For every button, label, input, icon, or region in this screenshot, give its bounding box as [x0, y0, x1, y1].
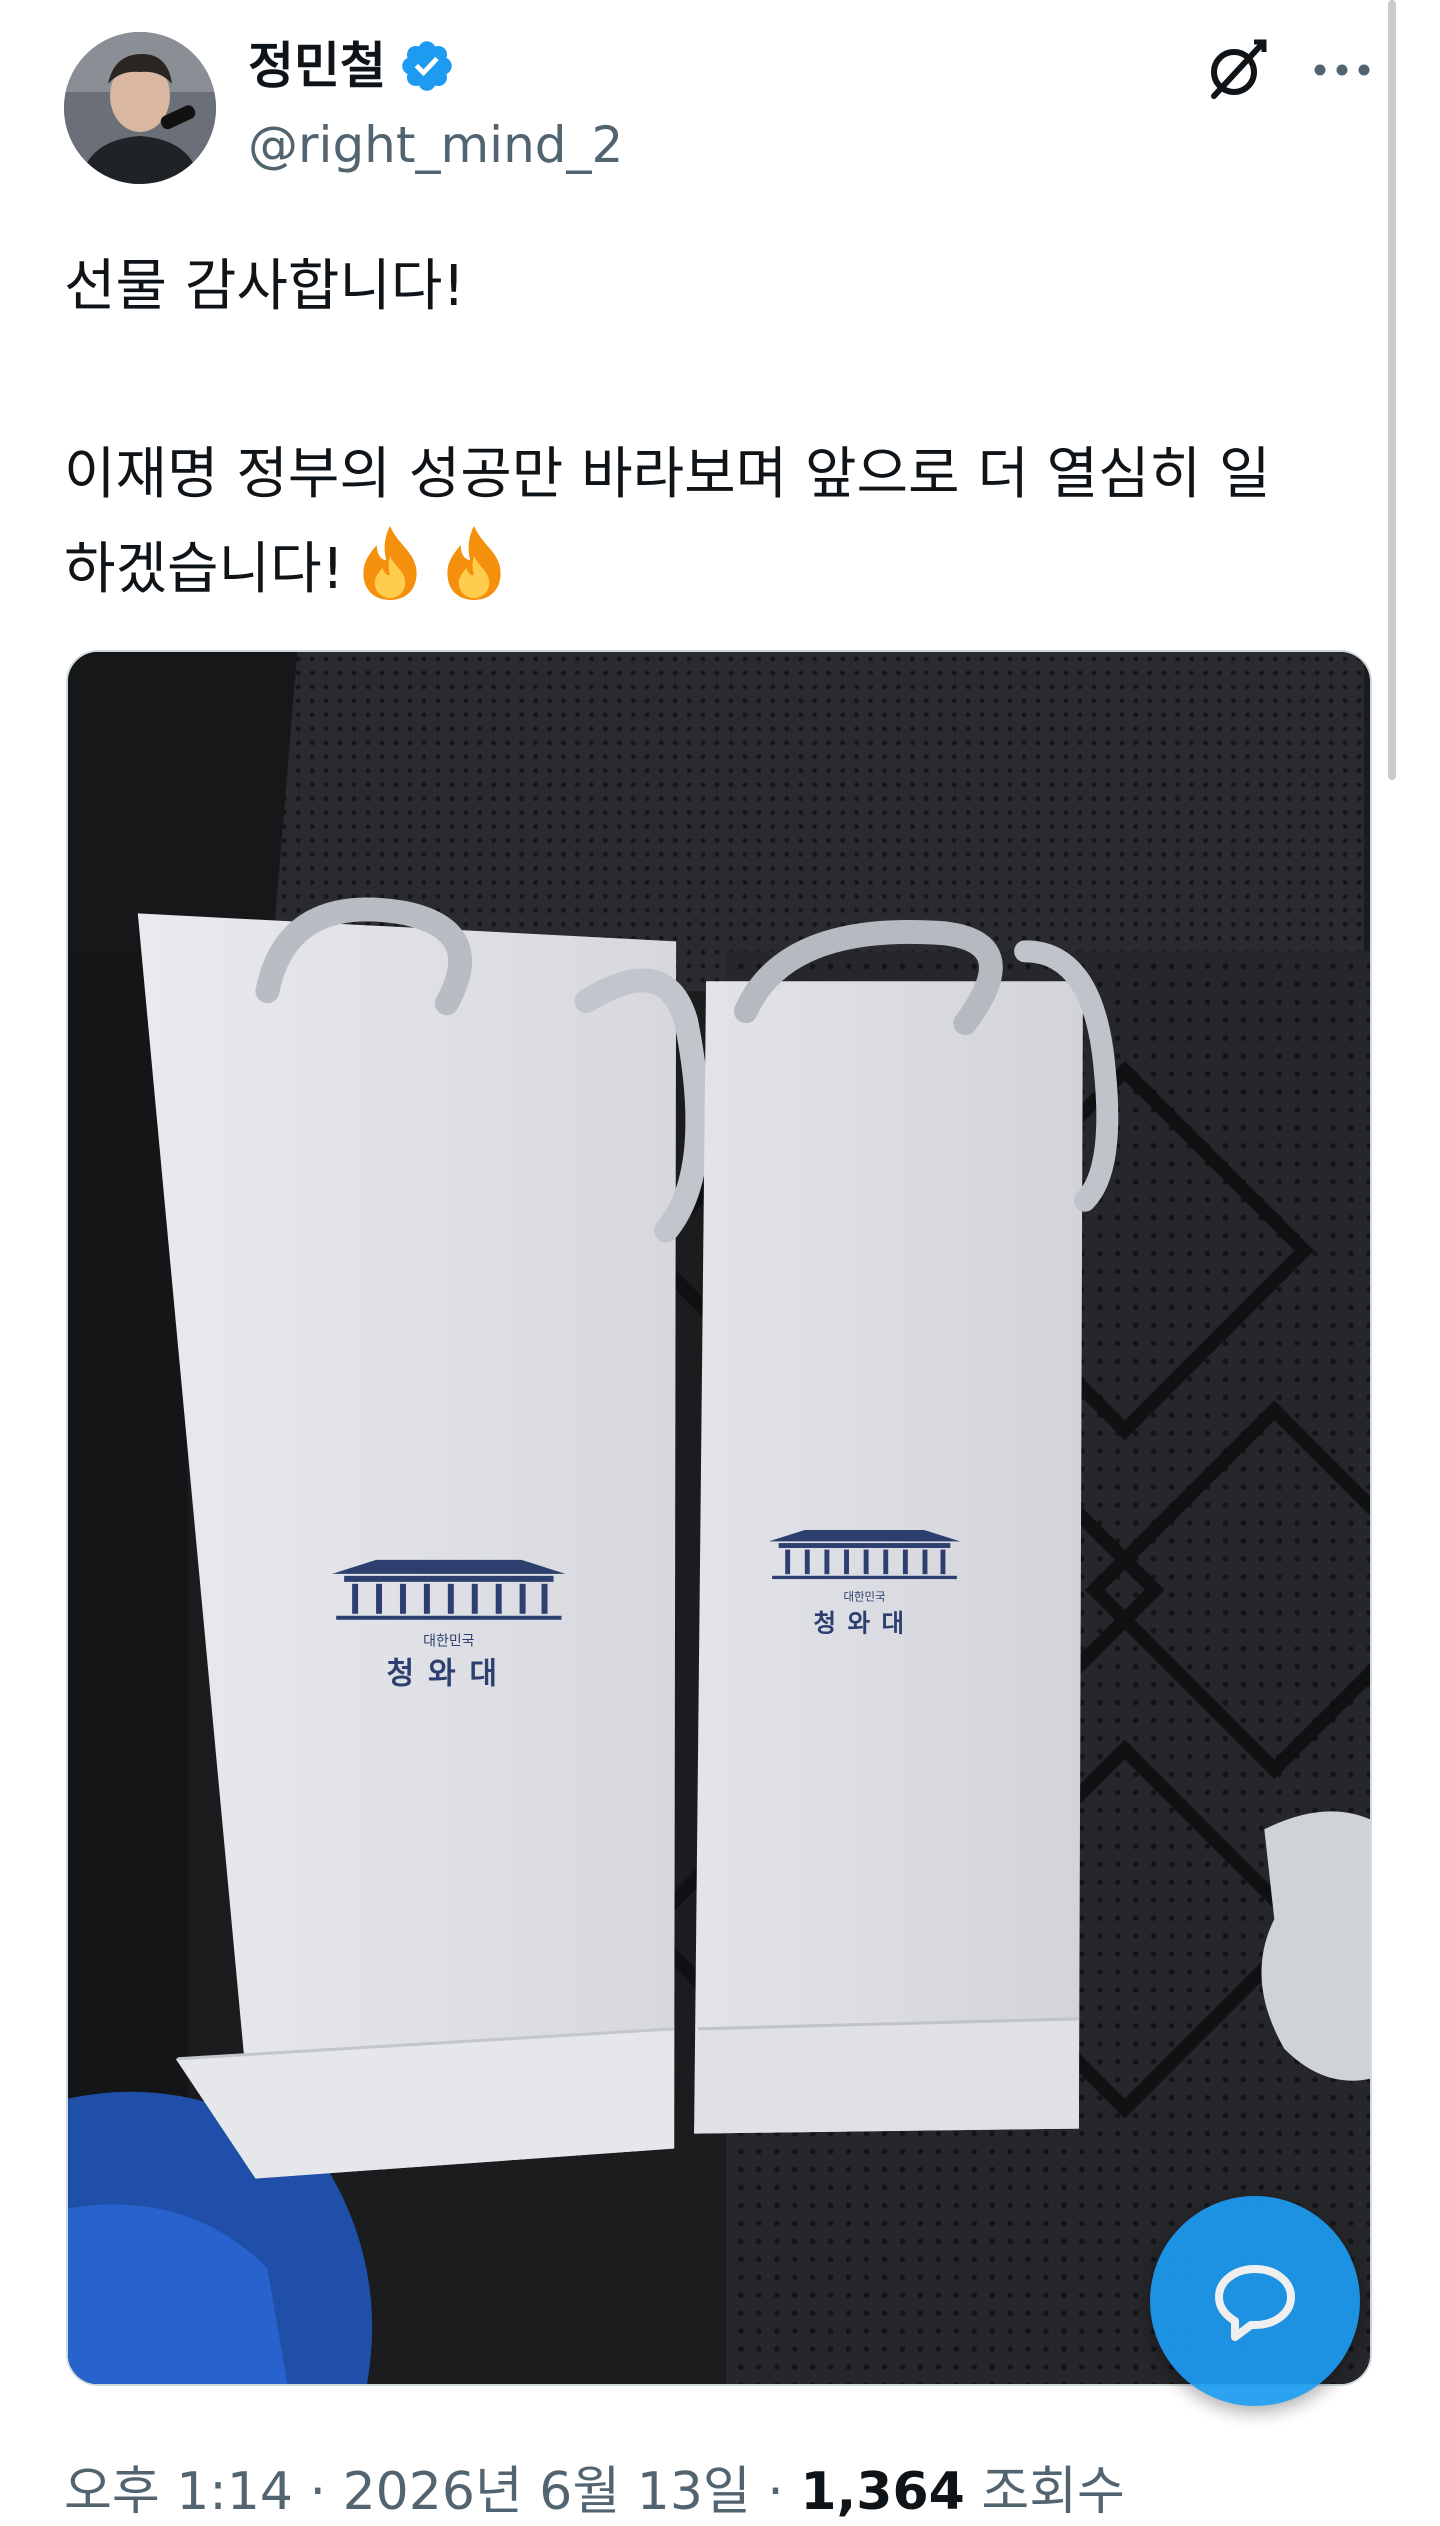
- svg-text:대한민국: 대한민국: [843, 1589, 885, 1603]
- meta-separator: ·: [767, 2462, 784, 2522]
- verified-badge-icon: [402, 41, 452, 91]
- fire-emoji-icon: [363, 525, 417, 600]
- grok-icon[interactable]: [1200, 34, 1272, 106]
- scrollbar-thumb[interactable]: [1388, 0, 1396, 780]
- meta-separator: ·: [309, 2462, 327, 2522]
- tweet-line-1: 선물 감사합니다!: [64, 254, 465, 319]
- tweet-line-3: 하겠습니다!: [64, 522, 1364, 617]
- tweet-line-2: 이재명 정부의 성공만 바라보며 앞으로 더 열심히 일: [64, 442, 1271, 507]
- tweet-time[interactable]: 오후 1:14: [64, 2462, 293, 2522]
- tweet-meta: 오후 1:14 · 2026년 6월 13일 · 1,364 조회수: [64, 2454, 1364, 2526]
- tweet-date[interactable]: 2026년 6월 13일: [343, 2462, 751, 2522]
- tweet-media-photo[interactable]: 대한민국 청와대 대한민국 청와대: [66, 650, 1372, 2386]
- views-label: 조회수: [981, 2462, 1125, 2522]
- svg-text:청와대: 청와대: [387, 1657, 511, 1692]
- svg-text:대한민국: 대한민국: [423, 1634, 474, 1650]
- more-options-icon[interactable]: [1306, 40, 1378, 100]
- fire-emoji-icon: [447, 525, 501, 600]
- profile-photo-icon: [64, 32, 216, 184]
- paragraph-break: [64, 334, 1364, 428]
- reply-fab-button[interactable]: [1150, 2196, 1360, 2406]
- display-name[interactable]: 정민철: [248, 34, 386, 98]
- author-handle[interactable]: @right_mind_2: [248, 112, 623, 178]
- tweet-line-3-text: 하겠습니다!: [64, 537, 345, 602]
- gift-bags-photo: 대한민국 청와대 대한민국 청와대: [68, 652, 1370, 2384]
- reply-bubble-icon: [1215, 2265, 1295, 2341]
- tweet-text: 선물 감사합니다! 이재명 정부의 성공만 바라보며 앞으로 더 열심히 일 하…: [64, 240, 1364, 617]
- tweet-detail-page: 정민철 @right_mind_2 선물 감사합니다! 이재명 정부의 성공만 …: [0, 0, 1440, 2526]
- views-count: 1,364: [800, 2462, 965, 2522]
- svg-text:청와대: 청와대: [814, 1608, 916, 1637]
- author-name-row[interactable]: 정민철: [248, 34, 456, 98]
- avatar[interactable]: [64, 32, 216, 184]
